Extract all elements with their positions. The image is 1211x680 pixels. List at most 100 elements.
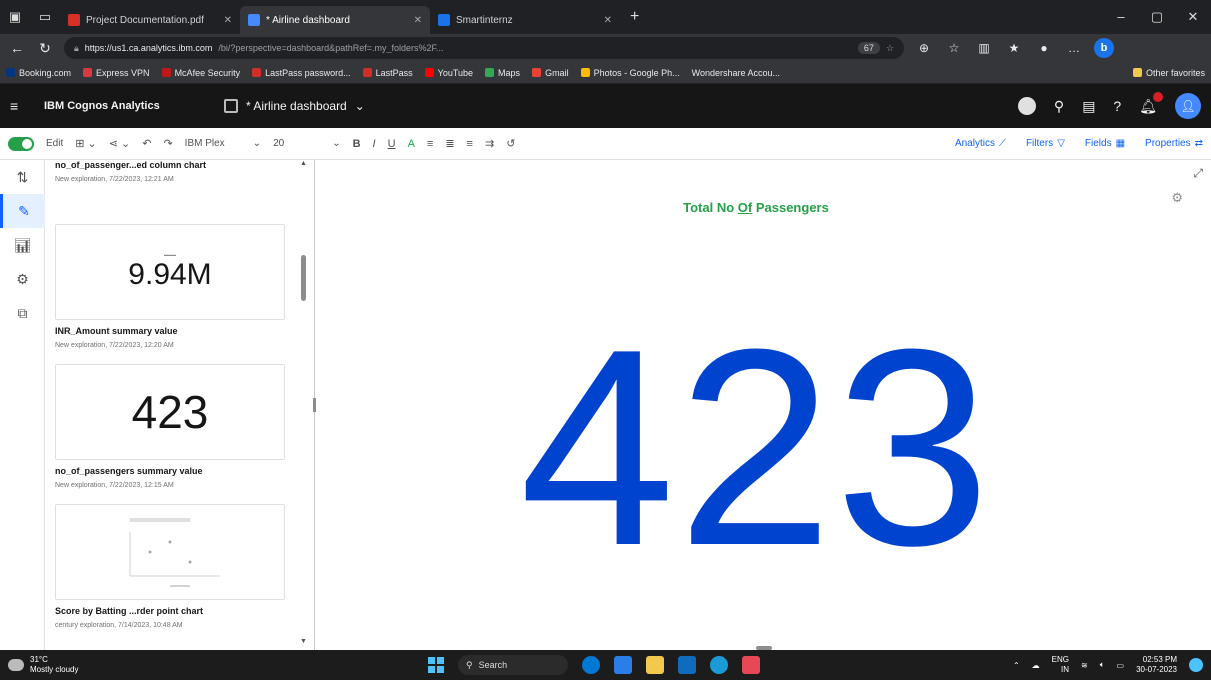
filters-button[interactable]: Filters ▽	[1026, 138, 1065, 149]
text-color-icon[interactable]: A	[408, 138, 415, 150]
notification-center-icon[interactable]	[1189, 658, 1203, 672]
favorite-star-icon[interactable]: ☆	[886, 43, 894, 54]
assistant-icon[interactable]	[1017, 97, 1036, 115]
bookmark-expressvpn[interactable]: Express VPN	[83, 68, 150, 78]
share-icon[interactable]: ⋖ ⌄	[109, 137, 131, 150]
volume-icon[interactable]: 🔈︎	[1100, 660, 1105, 670]
visualizations-icon[interactable]: 📊︎	[0, 228, 45, 262]
help-icon[interactable]: ?	[1113, 98, 1121, 114]
search-icon: ⚲	[466, 659, 473, 670]
bookmark-lastpass[interactable]: LastPass	[362, 68, 413, 78]
refresh-icon[interactable]: ↻	[36, 40, 54, 57]
notifications-icon[interactable]: 🔔︎	[1139, 91, 1163, 115]
font-size-select[interactable]: 20 ⌄	[273, 138, 341, 149]
align-center-icon[interactable]: ≣	[445, 137, 454, 150]
url-input[interactable]: 🔒︎ https://us1.ca.analytics.ibm.com /bi/…	[64, 37, 904, 59]
browser-menu-icon[interactable]: ▣	[0, 0, 30, 34]
battery-icon[interactable]: ▭	[1117, 661, 1125, 670]
back-icon[interactable]: ←	[8, 40, 26, 56]
scroll-down-icon[interactable]: ▼	[300, 638, 307, 645]
data-sources-icon[interactable]: ⇅	[0, 160, 45, 194]
chat-icon[interactable]: ▤	[1082, 98, 1095, 115]
more-icon[interactable]: …	[1064, 41, 1084, 55]
bookmark-mcafee[interactable]: McAfee Security	[161, 68, 240, 78]
dashboard-name-dropdown[interactable]: * Airline dashboard ⌄	[246, 99, 365, 113]
bookmark-lastpass-password[interactable]: LastPass password...	[252, 68, 351, 78]
undo-icon[interactable]: ↶	[142, 137, 151, 150]
wifi-icon[interactable]: ≋	[1081, 661, 1088, 670]
taskbar-search[interactable]: ⚲ Search	[458, 655, 568, 675]
colorful-app-icon[interactable]	[742, 656, 760, 674]
analytics-button[interactable]: Analytics ⟋	[955, 138, 1006, 149]
extension-icon[interactable]: ⊕	[914, 41, 934, 55]
close-icon[interactable]: ✕	[224, 15, 232, 26]
fields-button[interactable]: Fields ▦	[1085, 138, 1125, 149]
layout-icon[interactable]: ⊞ ⌄	[75, 137, 97, 150]
widgets-icon[interactable]: ⚙	[0, 262, 45, 296]
expand-icon[interactable]: ⤢	[1193, 166, 1203, 181]
weather-widget[interactable]: 31°C Mostly cloudy	[8, 655, 208, 675]
hamburger-menu-icon[interactable]: ≡	[10, 98, 34, 114]
profile-icon[interactable]: ●	[1034, 41, 1054, 55]
bookmark-maps[interactable]: Maps	[485, 68, 520, 78]
dashboard-canvas[interactable]: ⤢ ⚙ Total No Of Passengers 423	[313, 160, 1211, 650]
chevron-up-icon[interactable]: ⌃	[1013, 661, 1020, 670]
assets-icon[interactable]: ✎	[0, 194, 45, 228]
search-icon[interactable]: ⚲	[1054, 98, 1064, 115]
bookmark-youtube[interactable]: YouTube	[424, 68, 473, 78]
browser-tab-smartinternz[interactable]: Smartinternz ✕	[430, 6, 620, 34]
onedrive-icon[interactable]: ☁	[1032, 661, 1040, 670]
close-icon[interactable]: ✕	[414, 15, 422, 26]
maximize-icon[interactable]: ▢	[1139, 9, 1175, 25]
browser-app-icon[interactable]	[710, 656, 728, 674]
asset-card[interactable]: Score by Batting ...rder point chart cen…	[55, 504, 295, 629]
properties-button[interactable]: Properties ⇄	[1145, 138, 1203, 149]
bookmark-booking[interactable]: Booking.com	[6, 68, 71, 78]
expressvpn-icon	[83, 68, 93, 77]
bookmark-gmail[interactable]: Gmail	[532, 68, 569, 78]
close-window-icon[interactable]: ✕	[1175, 9, 1211, 25]
redo-icon[interactable]: ↷	[163, 137, 172, 150]
bookmark-photos[interactable]: Photos - Google Ph...	[580, 68, 680, 78]
italic-icon[interactable]: I	[373, 138, 376, 150]
scroll-up-icon[interactable]: ▲	[300, 160, 307, 167]
store-app-icon[interactable]	[678, 656, 696, 674]
clock[interactable]: 02:53 PM 30-07-2023	[1136, 655, 1177, 675]
user-avatar[interactable]: 👤︎	[1175, 93, 1201, 119]
maps-icon	[485, 68, 495, 77]
bing-icon[interactable]: b	[1094, 38, 1114, 58]
new-tab-button[interactable]: +	[620, 8, 649, 26]
other-favorites[interactable]: Other favorites	[1132, 68, 1205, 78]
text-wrap-icon[interactable]: ⇉	[485, 137, 494, 150]
pages-icon[interactable]: ⧉	[0, 296, 45, 330]
font-size-value: 20	[273, 138, 285, 149]
asset-title: no_of_passengers summary value	[55, 466, 203, 476]
font-family-select[interactable]: IBM Plex ⌄	[185, 138, 261, 149]
split-screen-icon[interactable]: ▥	[974, 41, 994, 55]
collections-icon[interactable]: ☆	[944, 41, 964, 55]
bold-icon[interactable]: B	[353, 138, 361, 150]
language-indicator[interactable]: ENG IN	[1052, 655, 1069, 675]
align-left-icon[interactable]: ≡	[427, 138, 433, 150]
asset-card[interactable]: ▬▬▬ 9.94M INR_Amount summary value New e…	[55, 224, 295, 349]
underline-icon[interactable]: U	[388, 138, 396, 150]
panel-scrollbar[interactable]	[301, 255, 306, 301]
browser-tab-dashboard[interactable]: * Airline dashboard ✕	[240, 6, 430, 34]
temperature: 31°C	[30, 655, 48, 664]
windows-start-icon[interactable]	[428, 657, 444, 673]
favorites-icon[interactable]: ★	[1004, 41, 1024, 55]
zoom-indicator[interactable]: 67	[857, 42, 880, 54]
asset-card[interactable]: no_of_passenger...ed column chart New ex…	[55, 160, 295, 183]
bookmark-wondershare[interactable]: Wondershare Accou...	[692, 68, 780, 78]
tab-actions-icon[interactable]: ▭	[30, 0, 60, 34]
widgets-app-icon[interactable]	[614, 656, 632, 674]
edge-app-icon[interactable]	[582, 656, 600, 674]
close-icon[interactable]: ✕	[604, 15, 612, 26]
edit-mode-toggle[interactable]	[8, 136, 34, 151]
minimize-icon[interactable]: –	[1103, 9, 1139, 25]
browser-tab-pdf[interactable]: Project Documentation.pdf ✕	[60, 6, 240, 34]
align-right-icon[interactable]: ≡	[467, 138, 473, 150]
reset-icon[interactable]: ↺	[506, 137, 515, 150]
file-explorer-icon[interactable]	[646, 656, 664, 674]
asset-card[interactable]: 423 no_of_passengers summary value New e…	[55, 364, 295, 489]
